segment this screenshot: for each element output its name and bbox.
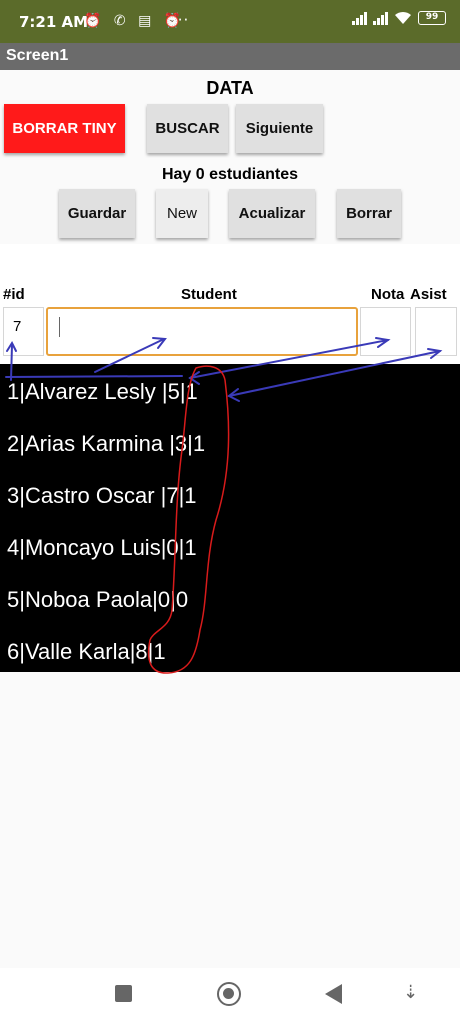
actualizar-button[interactable]: Acualizar (229, 189, 315, 238)
new-button[interactable]: New (156, 189, 208, 238)
id-input[interactable]: 7 (3, 307, 44, 356)
gesture-down-icon[interactable]: ⇣ (403, 982, 418, 1003)
page-heading: DATA (206, 78, 254, 98)
student-list[interactable]: 1|Alvarez Lesly |5|1 2|Arias Karmina |3|… (0, 364, 460, 672)
list-item[interactable]: 6|Valle Karla|8|1 (7, 639, 166, 665)
id-label: #id (3, 286, 25, 303)
app-title-bar: Screen1 (0, 43, 460, 70)
borrar-tiny-button[interactable]: BORRAR TINY (4, 104, 125, 153)
nota-label: Nota (371, 286, 405, 303)
id-input-value: 7 (13, 318, 22, 335)
borrar-button[interactable]: Borrar (337, 189, 401, 238)
signal-icon (352, 11, 367, 25)
asist-label: Asist (410, 286, 447, 303)
back-icon[interactable] (325, 984, 342, 1004)
notification-icons: ⏰ ✆ ▤ ⏰ (84, 13, 186, 29)
text-caret (59, 317, 60, 337)
asist-input[interactable] (415, 307, 457, 356)
signal-icon-2 (373, 11, 388, 25)
clock: 7:21 AM (19, 13, 89, 31)
nota-input[interactable] (360, 307, 411, 356)
list-item[interactable]: 2|Arias Karmina |3|1 (7, 431, 205, 457)
student-count-label: Hay 0 estudiantes (161, 166, 299, 183)
siguiente-button[interactable]: Siguiente (236, 104, 323, 153)
system-nav-bar: ⇣ (0, 968, 460, 1024)
battery-icon: 99 (418, 11, 446, 25)
list-item[interactable]: 4|Moncayo Luis|0|1 (7, 535, 197, 561)
status-bar: 7:21 AM ⏰ ✆ ▤ ⏰ ··· 99 (0, 0, 460, 43)
screen-title: Screen1 (6, 47, 69, 64)
system-icons: 99 (352, 11, 446, 25)
buscar-button[interactable]: BUSCAR (147, 104, 228, 153)
recent-apps-icon[interactable] (115, 985, 132, 1002)
list-item[interactable]: 1|Alvarez Lesly |5|1 (7, 379, 198, 405)
wifi-icon (395, 11, 411, 24)
guardar-button[interactable]: Guardar (59, 189, 135, 238)
more-notifications-icon: ··· (172, 11, 190, 29)
list-item[interactable]: 5|Noboa Paola|0|0 (7, 587, 188, 613)
student-input[interactable] (46, 307, 358, 356)
home-icon[interactable] (217, 982, 241, 1006)
student-label: Student (181, 286, 237, 303)
list-item[interactable]: 3|Castro Oscar |7|1 (7, 483, 197, 509)
